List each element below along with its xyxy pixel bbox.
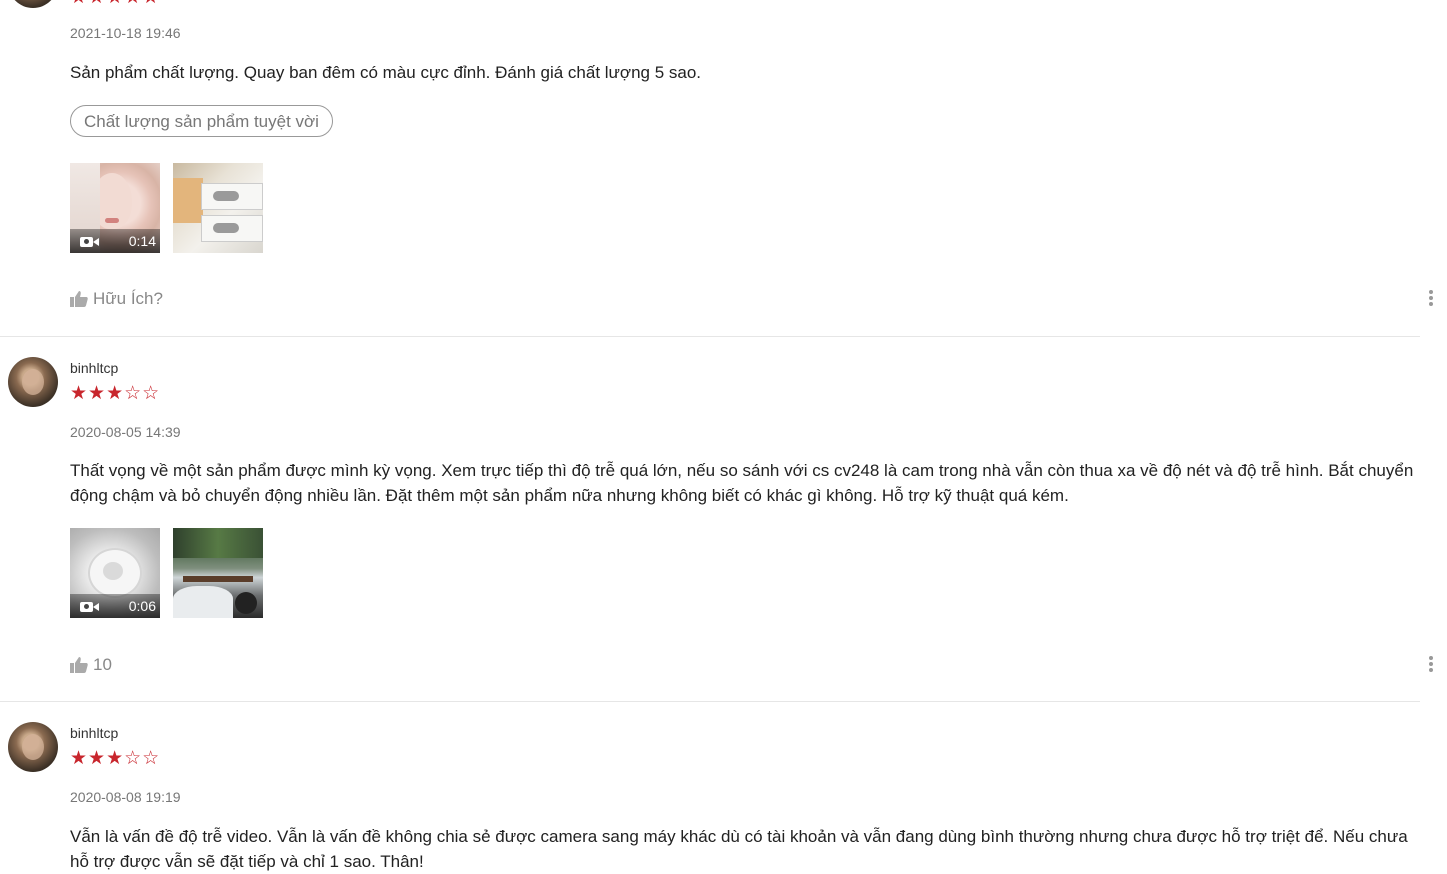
helpful-label: Hữu Ích? — [93, 289, 163, 308]
avatar[interactable] — [8, 0, 58, 8]
reviewer-name[interactable]: binhltcp — [70, 725, 118, 741]
thumbs-up-icon — [70, 291, 88, 307]
rating-stars: ★★★☆☆ — [70, 748, 161, 769]
review-tag: Chất lượng sản phẩm tuyệt vời — [70, 105, 333, 137]
rating-stars: ★★★★★ — [70, 0, 160, 8]
thumbs-up-icon — [70, 657, 88, 673]
review-image-thumbnail[interactable] — [173, 528, 263, 618]
helpful-count: 10 — [93, 655, 112, 674]
video-duration: 0:14 — [128, 233, 156, 249]
avatar[interactable] — [8, 722, 58, 772]
review-video-thumbnail[interactable]: 0:06 — [70, 528, 160, 618]
review-divider — [0, 336, 1420, 337]
review-date: 2020-08-08 19:19 — [70, 789, 181, 805]
video-camera-icon — [80, 602, 99, 612]
review-text: Thất vọng về một sản phẩm được mình kỳ v… — [70, 461, 1414, 505]
review-text: Vẫn là vấn đề độ trễ video. Vẫn là vấn đ… — [70, 827, 1408, 871]
review-image-thumbnail[interactable] — [173, 163, 263, 253]
review-date: 2021-10-18 19:46 — [70, 25, 181, 41]
helpful-button[interactable]: 10 — [70, 655, 112, 675]
reviewer-name[interactable]: binhltcp — [70, 360, 118, 376]
rating-stars: ★★★☆☆ — [70, 383, 161, 404]
avatar[interactable] — [8, 357, 58, 407]
more-options-icon[interactable] — [1419, 288, 1443, 312]
video-camera-icon — [80, 237, 99, 247]
more-options-icon[interactable] — [1419, 654, 1443, 678]
video-duration: 0:06 — [128, 598, 156, 614]
review-date: 2020-08-05 14:39 — [70, 424, 181, 440]
review-video-thumbnail[interactable]: 0:14 — [70, 163, 160, 253]
helpful-button[interactable]: Hữu Ích? — [70, 289, 163, 309]
review-text: Sản phẩm chất lượng. Quay ban đêm có màu… — [70, 63, 702, 82]
review-divider — [0, 701, 1420, 702]
